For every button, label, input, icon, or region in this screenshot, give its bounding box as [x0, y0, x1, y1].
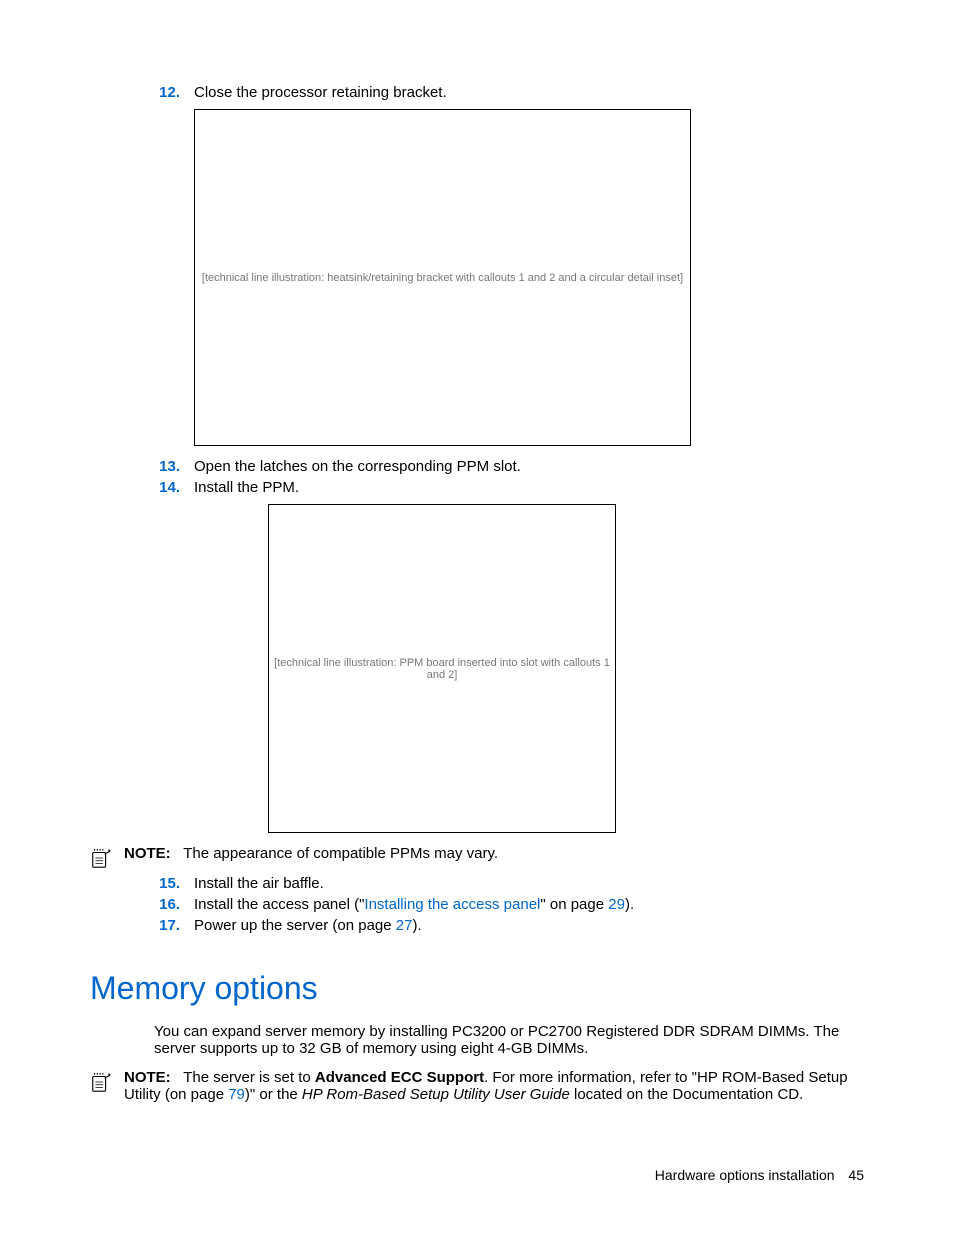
- text-fragment: ).: [625, 896, 634, 913]
- step-12: 12. Close the processor retaining bracke…: [154, 84, 864, 101]
- step-text: Power up the server (on page 27).: [194, 917, 864, 934]
- text-fragment: " on page: [540, 896, 608, 913]
- figure-processor-bracket: [technical line illustration: heatsink/r…: [194, 109, 691, 446]
- page-ref-27[interactable]: 27: [396, 917, 413, 934]
- text-fragment: Install the access panel (": [194, 896, 364, 913]
- step-14: 14. Install the PPM.: [154, 479, 864, 496]
- note-body: NOTE: The server is set to Advanced ECC …: [124, 1069, 864, 1103]
- page-ref-79[interactable]: 79: [228, 1086, 245, 1103]
- heading-memory-options: Memory options: [90, 970, 864, 1007]
- note-advanced-ecc: NOTE: The server is set to Advanced ECC …: [90, 1069, 864, 1103]
- figure-description: [technical line illustration: heatsink/r…: [202, 272, 683, 284]
- note-label: NOTE:: [124, 845, 171, 862]
- figure-ppm-install: [technical line illustration: PPM board …: [268, 504, 616, 833]
- text-fragment: The server is set to: [183, 1069, 315, 1086]
- text-fragment: ).: [412, 917, 421, 934]
- step-number: 12.: [154, 84, 194, 101]
- note-icon: [90, 1071, 112, 1093]
- step-17: 17. Power up the server (on page 27).: [154, 917, 864, 934]
- step-13: 13. Open the latches on the correspondin…: [154, 458, 864, 475]
- footer-section: Hardware options installation: [655, 1167, 835, 1183]
- note-text: [175, 1069, 183, 1086]
- text-fragment: Power up the server (on page: [194, 917, 396, 934]
- italic-guide-title: HP Rom-Based Setup Utility User Guide: [302, 1086, 570, 1103]
- note-label: NOTE:: [124, 1069, 171, 1086]
- step-text: Close the processor retaining bracket.: [194, 84, 864, 101]
- step-text: Open the latches on the corresponding PP…: [194, 458, 864, 475]
- note-text: [175, 845, 183, 862]
- step-15: 15. Install the air baffle.: [154, 875, 864, 892]
- step-text: Install the air baffle.: [194, 875, 864, 892]
- bold-advanced-ecc: Advanced ECC Support: [315, 1069, 484, 1086]
- note-ppm-appearance: NOTE: The appearance of compatible PPMs …: [90, 845, 864, 869]
- footer-page-number: 45: [848, 1167, 864, 1183]
- page-footer: Hardware options installation 45: [655, 1167, 864, 1183]
- step-number: 16.: [154, 896, 194, 913]
- step-number: 13.: [154, 458, 194, 475]
- step-number: 14.: [154, 479, 194, 496]
- note-text: The appearance of compatible PPMs may va…: [183, 845, 498, 862]
- page-ref-29[interactable]: 29: [608, 896, 625, 913]
- text-fragment: located on the Documentation CD.: [570, 1086, 803, 1103]
- note-icon: [90, 847, 112, 869]
- figure-description: [technical line illustration: PPM board …: [269, 657, 615, 681]
- step-number: 17.: [154, 917, 194, 934]
- paragraph-memory-intro: You can expand server memory by installi…: [154, 1023, 864, 1057]
- step-text: Install the access panel ("Installing th…: [194, 896, 864, 913]
- step-number: 15.: [154, 875, 194, 892]
- step-text: Install the PPM.: [194, 479, 864, 496]
- link-installing-access-panel[interactable]: Installing the access panel: [364, 896, 540, 913]
- step-16: 16. Install the access panel ("Installin…: [154, 896, 864, 913]
- text-fragment: )" or the: [245, 1086, 302, 1103]
- note-body: NOTE: The appearance of compatible PPMs …: [124, 845, 864, 862]
